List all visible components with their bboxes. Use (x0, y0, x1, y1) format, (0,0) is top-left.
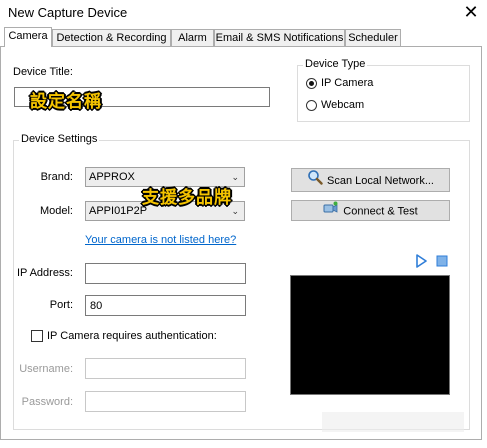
connect-button-label: Connect & Test (343, 205, 418, 218)
webcam-label[interactable]: Webcam (321, 99, 364, 111)
scan-button-label: Scan Local Network... (327, 174, 434, 187)
password-label: Password: (21, 396, 73, 408)
ip-address-input[interactable] (85, 263, 246, 284)
ip-camera-label[interactable]: IP Camera (321, 77, 373, 89)
scan-local-network-button[interactable]: Scan Local Network... (291, 168, 450, 192)
tab-scheduler[interactable]: Scheduler (345, 29, 401, 46)
device-type-legend: Device Type (303, 58, 368, 70)
authentication-label[interactable]: IP Camera requires authentication: (47, 330, 217, 342)
title-annotation-overlay: 設定名稱 (30, 92, 102, 112)
username-input[interactable] (85, 358, 246, 379)
username-label: Username: (19, 363, 73, 375)
connect-test-button[interactable]: Connect & Test (291, 200, 450, 221)
close-icon[interactable]: ✕ (462, 2, 480, 22)
brand-annotation-overlay: 支援多品牌 (142, 188, 232, 208)
webcam-radio[interactable] (306, 100, 317, 111)
chevron-down-icon: ⌄ (231, 206, 239, 216)
window-title: New Capture Device (8, 5, 128, 20)
model-selected-value: APPI01P2P (89, 205, 148, 217)
ip-camera-radio[interactable] (306, 78, 317, 89)
port-input[interactable] (85, 295, 246, 316)
footer-fade (322, 412, 464, 432)
device-title-label: Device Title: (13, 66, 73, 78)
password-input[interactable] (85, 391, 246, 412)
camera-connect-icon (323, 201, 339, 222)
device-type-group (297, 65, 470, 122)
stop-icon[interactable] (436, 255, 448, 267)
tab-camera[interactable]: Camera (4, 27, 52, 47)
magnifier-icon (307, 169, 323, 193)
ip-address-label: IP Address: (16, 267, 73, 279)
tab-email-sms-notifications[interactable]: Email & SMS Notifications (214, 29, 345, 46)
camera-not-listed-link[interactable]: Your camera is not listed here? (85, 234, 236, 246)
chevron-down-icon: ⌄ (231, 172, 239, 182)
tab-detection-recording[interactable]: Detection & Recording (52, 29, 171, 46)
brand-label: Brand: (40, 171, 73, 183)
video-preview (290, 275, 450, 395)
brand-selected-value: APPROX (89, 171, 135, 183)
model-label: Model: (39, 205, 73, 217)
play-icon[interactable] (415, 254, 427, 268)
authentication-checkbox[interactable] (31, 330, 43, 342)
device-settings-legend: Device Settings (19, 133, 100, 145)
tab-bar: Camera Detection & Recording Alarm Email… (0, 27, 487, 47)
tab-alarm[interactable]: Alarm (171, 29, 214, 46)
port-label: Port: (49, 299, 73, 311)
